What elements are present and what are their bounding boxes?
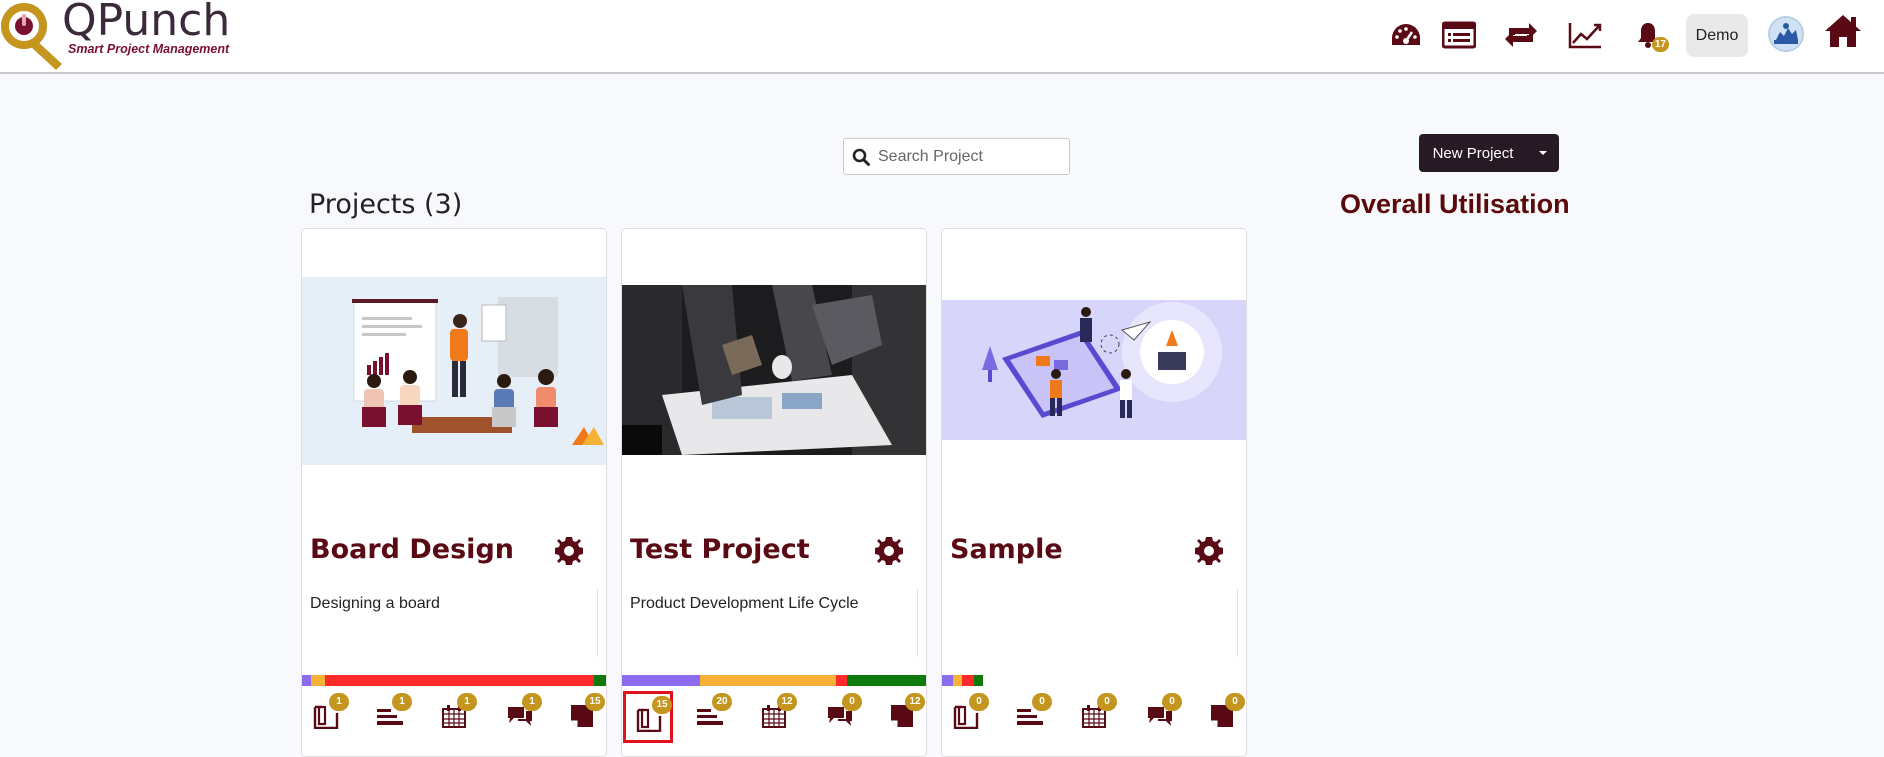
board-button[interactable]: 15 bbox=[623, 691, 673, 743]
project-title[interactable]: Test Project bbox=[630, 534, 810, 565]
divider bbox=[1237, 589, 1238, 657]
progress-segment bbox=[324, 675, 594, 686]
project-card-board-design[interactable]: Board Design Designing a board 1 1 1 1 15 bbox=[301, 228, 607, 757]
chat-button[interactable]: 0 bbox=[816, 691, 866, 743]
project-title[interactable]: Board Design bbox=[310, 534, 514, 565]
count-badge: 20 bbox=[712, 693, 732, 711]
calendar-button[interactable]: 1 bbox=[431, 691, 481, 743]
user-menu-button[interactable]: Demo bbox=[1686, 14, 1748, 57]
chart-line-icon[interactable] bbox=[1567, 18, 1603, 52]
progress-segment bbox=[622, 675, 700, 686]
count-badge: 0 bbox=[969, 693, 989, 711]
avatar[interactable] bbox=[1768, 16, 1804, 52]
board-button[interactable]: 0 bbox=[943, 691, 993, 743]
divider bbox=[917, 589, 918, 657]
count-badge: 1 bbox=[392, 693, 412, 711]
project-image bbox=[302, 277, 606, 465]
overall-utilisation-title: Overall Utilisation bbox=[1340, 189, 1570, 219]
count-badge: 1 bbox=[522, 693, 542, 711]
count-badge: 15 bbox=[652, 696, 672, 714]
count-badge: 0 bbox=[1032, 693, 1052, 711]
gear-icon[interactable] bbox=[1194, 536, 1224, 571]
projects-title: Projects (3) bbox=[309, 189, 463, 220]
project-card-test-project[interactable]: Test Project Product Development Life Cy… bbox=[621, 228, 927, 757]
project-progress-bar bbox=[302, 675, 606, 686]
count-badge: 0 bbox=[1097, 693, 1117, 711]
list-button[interactable]: 20 bbox=[686, 691, 736, 743]
progress-segment bbox=[311, 675, 325, 686]
progress-segment bbox=[699, 675, 837, 686]
project-description: Product Development Life Cycle bbox=[630, 595, 859, 612]
project-image bbox=[622, 285, 926, 455]
project-progress-bar bbox=[942, 675, 1246, 686]
count-badge: 12 bbox=[905, 693, 925, 711]
gear-icon[interactable] bbox=[554, 536, 584, 571]
count-badge: 1 bbox=[329, 693, 349, 711]
project-image bbox=[942, 300, 1246, 440]
project-card-sample[interactable]: Sample 0 0 0 0 0 bbox=[941, 228, 1247, 757]
count-badge: 1 bbox=[457, 693, 477, 711]
count-badge: 15 bbox=[585, 693, 605, 711]
dashboard-icon[interactable] bbox=[1389, 18, 1423, 52]
document-button[interactable]: 12 bbox=[879, 691, 926, 743]
progress-segment bbox=[836, 675, 847, 686]
search-icon bbox=[844, 148, 878, 166]
board-button[interactable]: 1 bbox=[303, 691, 353, 743]
count-badge: 0 bbox=[842, 693, 862, 711]
list-button[interactable]: 1 bbox=[366, 691, 416, 743]
top-header: QPunch Smart Project Management 17 Demo bbox=[0, 0, 1884, 74]
list-button[interactable]: 0 bbox=[1006, 691, 1056, 743]
document-button[interactable]: 15 bbox=[559, 691, 606, 743]
project-icons-row: 15 20 12 0 12 bbox=[622, 691, 926, 749]
document-button[interactable]: 0 bbox=[1199, 691, 1246, 743]
list-view-icon[interactable] bbox=[1441, 18, 1477, 52]
sync-icon[interactable] bbox=[1502, 18, 1540, 52]
progress-segment bbox=[973, 675, 983, 686]
project-title[interactable]: Sample bbox=[950, 534, 1063, 565]
calendar-button[interactable]: 12 bbox=[751, 691, 801, 743]
new-project-button[interactable]: New Project bbox=[1419, 134, 1559, 172]
project-progress-bar bbox=[622, 675, 926, 686]
bell-icon[interactable]: 17 bbox=[1633, 18, 1669, 52]
divider bbox=[597, 589, 598, 657]
progress-segment bbox=[593, 675, 606, 686]
gear-icon[interactable] bbox=[874, 536, 904, 571]
chat-button[interactable]: 0 bbox=[1136, 691, 1186, 743]
project-icons-row: 1 1 1 1 15 bbox=[302, 691, 606, 749]
new-project-label: New Project bbox=[1432, 144, 1514, 162]
chat-button[interactable]: 1 bbox=[496, 691, 546, 743]
count-badge: 0 bbox=[1162, 693, 1182, 711]
search-box bbox=[843, 138, 1070, 175]
notification-badge: 17 bbox=[1651, 37, 1669, 52]
logo-subtitle: Smart Project Management bbox=[68, 42, 230, 56]
progress-segment bbox=[952, 675, 962, 686]
logo-title: QPunch bbox=[62, 0, 231, 46]
progress-segment bbox=[942, 675, 953, 686]
home-icon[interactable] bbox=[1822, 14, 1864, 48]
caret-down-icon[interactable] bbox=[1527, 150, 1559, 156]
progress-segment bbox=[302, 675, 312, 686]
count-badge: 0 bbox=[1225, 693, 1245, 711]
count-badge: 12 bbox=[777, 693, 797, 711]
progress-segment bbox=[961, 675, 974, 686]
calendar-button[interactable]: 0 bbox=[1071, 691, 1121, 743]
logo[interactable]: QPunch Smart Project Management bbox=[0, 0, 240, 72]
project-icons-row: 0 0 0 0 0 bbox=[942, 691, 1246, 749]
search-input[interactable] bbox=[878, 147, 1058, 166]
progress-segment bbox=[846, 675, 926, 686]
project-description: Designing a board bbox=[310, 595, 440, 612]
